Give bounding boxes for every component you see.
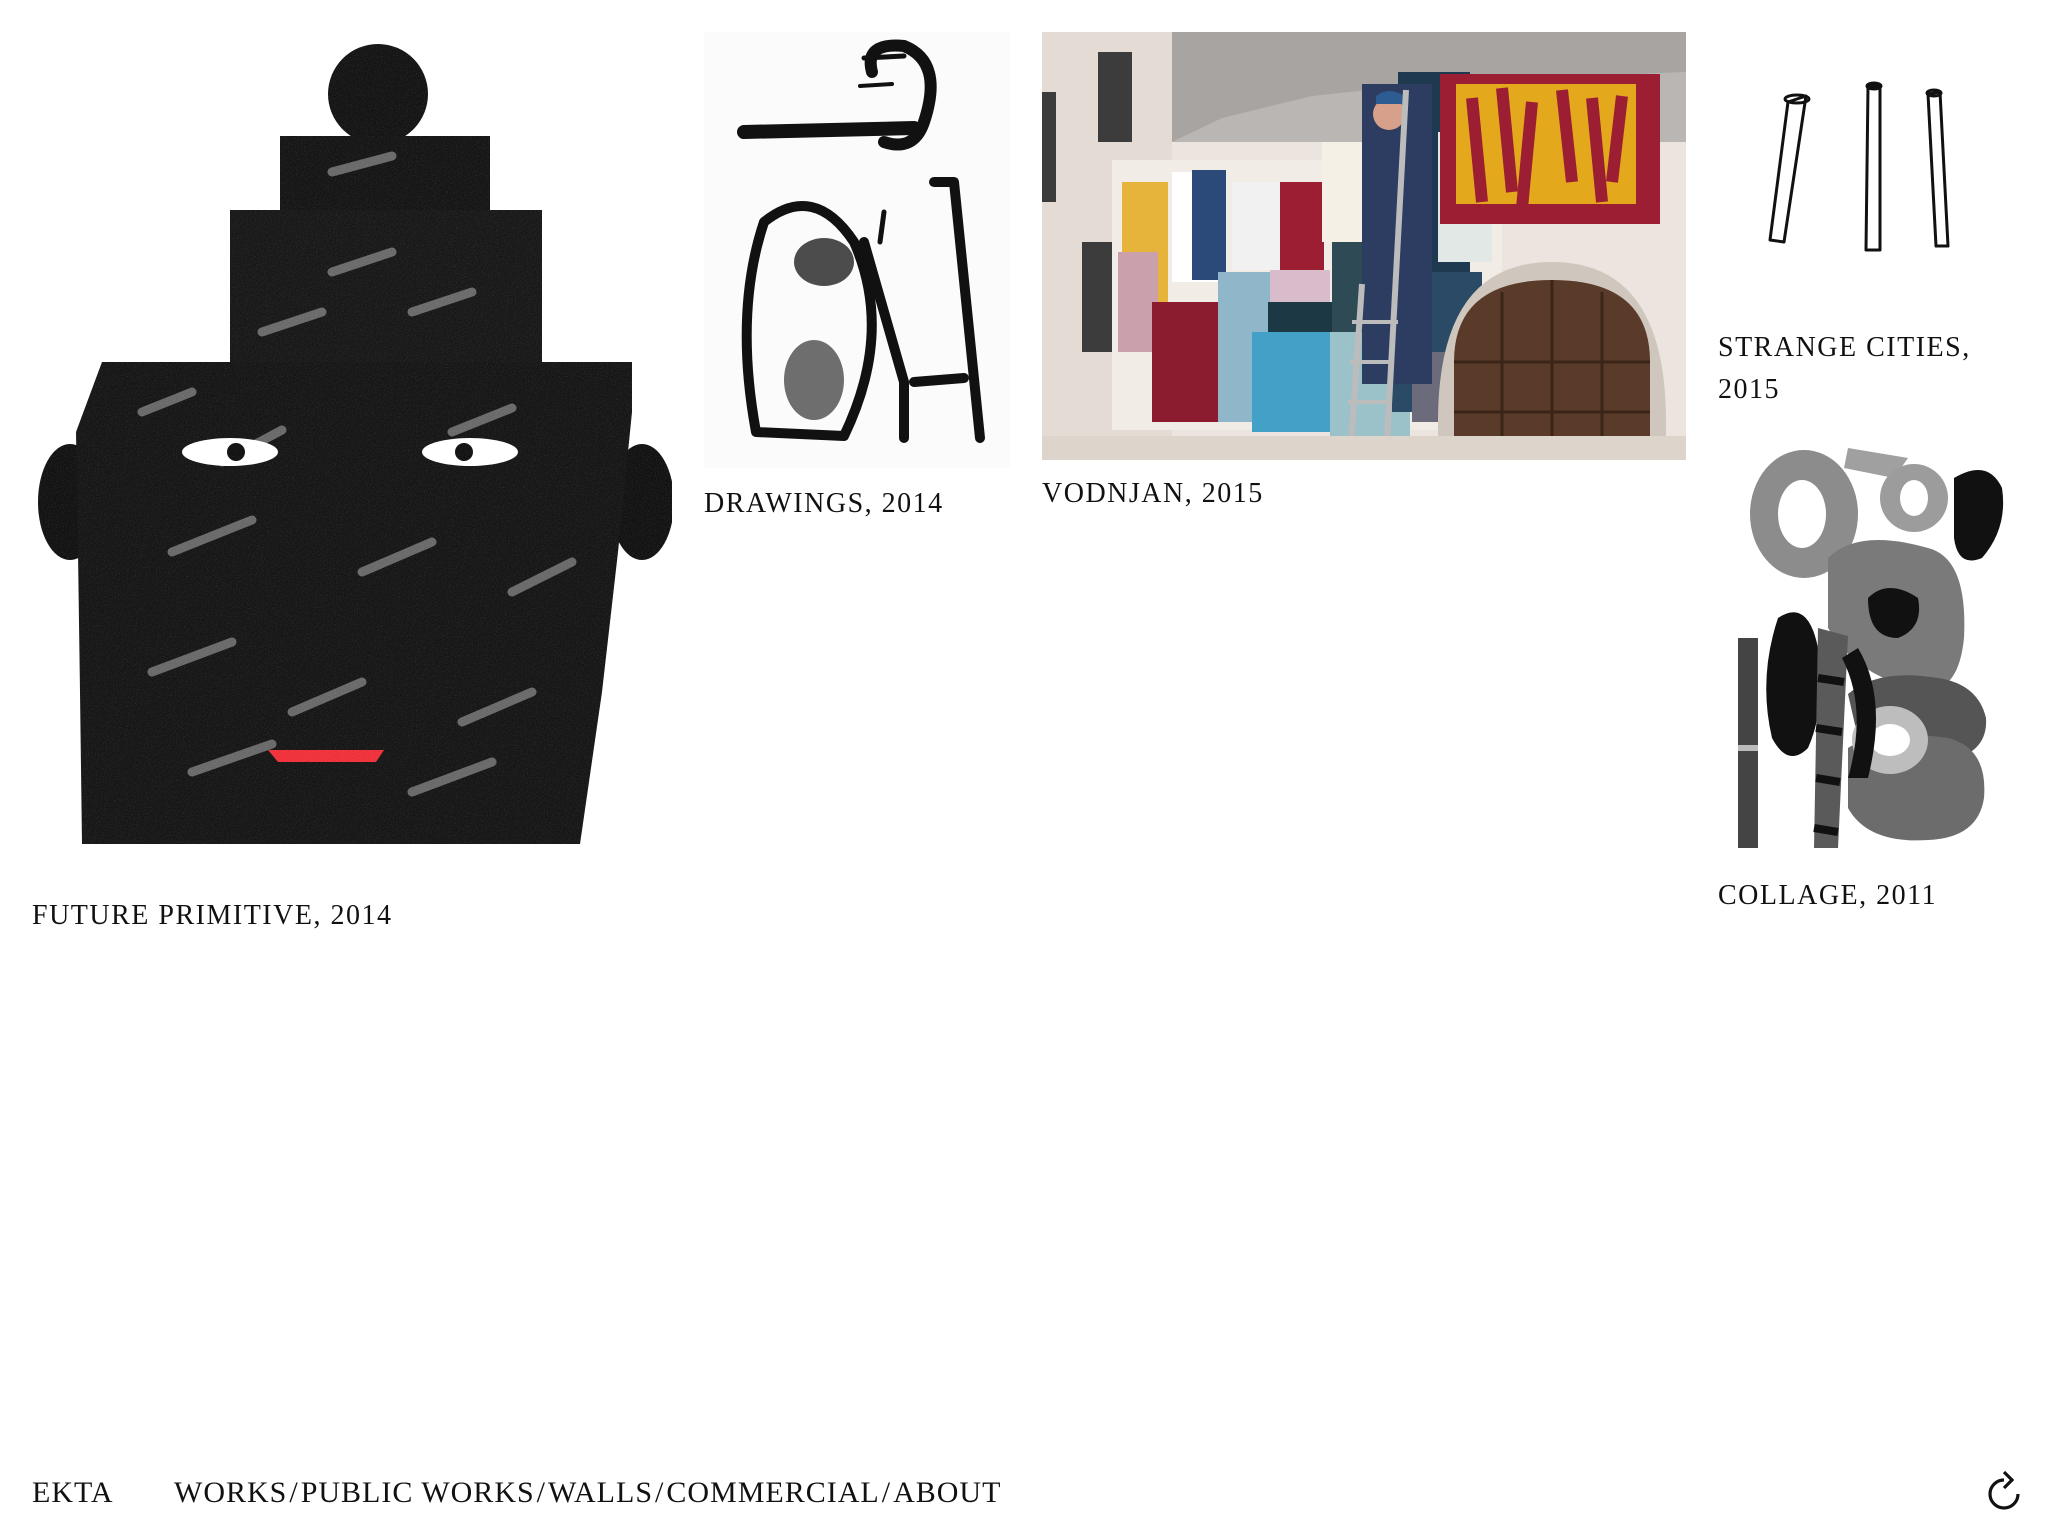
nav-separator: / (536, 1476, 547, 1509)
work-drawings[interactable]: DRAWINGS, 2014 (704, 32, 1014, 552)
future-primitive-caption: FUTURE PRIMITIVE, 2014 (32, 900, 393, 931)
brand-logo[interactable]: EKTA (32, 1476, 114, 1510)
strange-cities-image[interactable] (1718, 40, 1958, 260)
work-vodnjan[interactable]: VODNJAN, 2015 (1042, 32, 1686, 552)
collage-caption: COLLAGE, 2011 (1718, 880, 1938, 911)
main-nav: WORKS/PUBLIC WORKS/WALLS/COMMERCIAL/ABOU… (174, 1476, 1001, 1510)
nav-separator: / (655, 1476, 665, 1509)
future-primitive-image[interactable] (32, 32, 672, 872)
vodnjan-image[interactable] (1042, 32, 1686, 460)
nav-about[interactable]: ABOUT (893, 1476, 1001, 1509)
work-collage[interactable]: COLLAGE, 2011 (1718, 448, 2038, 938)
drawings-image[interactable] (704, 32, 1010, 468)
nav-walls[interactable]: WALLS (548, 1476, 653, 1509)
strange-cities-caption-line1: STRANGE CITIES, (1718, 332, 1971, 363)
drawings-caption: DRAWINGS, 2014 (704, 488, 944, 519)
reload-icon[interactable] (1982, 1468, 2026, 1516)
nav-works[interactable]: WORKS (174, 1476, 287, 1509)
nav-separator: / (881, 1476, 892, 1509)
nav-public-works[interactable]: PUBLIC WORKS (301, 1476, 535, 1509)
work-future-primitive[interactable]: FUTURE PRIMITIVE, 2014 (32, 32, 672, 931)
work-strange-cities[interactable]: STRANGE CITIES, 2015 (1718, 40, 2018, 420)
collage-image[interactable] (1718, 448, 2026, 860)
nav-commercial[interactable]: COMMERCIAL (666, 1476, 879, 1509)
nav-separator: / (289, 1476, 299, 1509)
vodnjan-caption: VODNJAN, 2015 (1042, 478, 1264, 509)
strange-cities-caption-line2: 2015 (1718, 374, 1780, 405)
